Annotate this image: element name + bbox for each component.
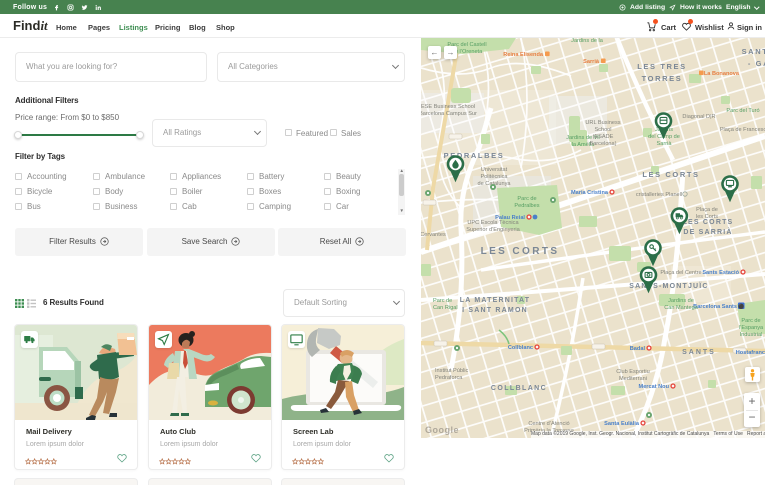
- svg-text:LES CORTS: LES CORTS: [642, 170, 699, 179]
- svg-text:Plaça de: Plaça de: [696, 207, 718, 213]
- svg-text:COLLBLANC: COLLBLANC: [491, 385, 547, 392]
- svg-text:Collblanc: Collblanc: [508, 345, 533, 351]
- svg-text:- GA: - GA: [748, 59, 765, 68]
- svg-text:Parc del Turó: Parc del Turó: [726, 108, 759, 114]
- svg-text:Hostafranc: Hostafranc: [736, 350, 765, 356]
- svg-text:SANT: SANT: [742, 47, 765, 56]
- svg-text:Maria Cristina: Maria Cristina: [571, 190, 609, 196]
- svg-text:Plaça de Francesc: Plaça de Francesc: [720, 127, 765, 133]
- svg-text:Centre d’Atenció: Centre d’Atenció: [528, 421, 569, 427]
- svg-text:LES TRES: LES TRES: [637, 62, 686, 71]
- svg-text:Jardins de: Jardins de: [668, 298, 694, 304]
- svg-text:Parc de: Parc de: [741, 318, 760, 324]
- svg-text:Can Mantega: Can Mantega: [664, 305, 698, 311]
- svg-text:Sarrià: Sarrià: [657, 141, 673, 147]
- svg-text:les Corts: les Corts: [696, 214, 718, 220]
- svg-text:La Bonanova: La Bonanova: [704, 71, 740, 77]
- svg-text:Superior d’Enginyeria: Superior d’Enginyeria: [466, 227, 520, 233]
- svg-text:Cervantes: Cervantes: [421, 232, 446, 238]
- svg-text:Industrial: Industrial: [740, 332, 763, 338]
- svg-text:(ESADE: (ESADE: [593, 134, 614, 140]
- svg-text:Mediterrani: Mediterrani: [619, 376, 647, 382]
- svg-text:Barcelona Campus Sur: Barcelona Campus Sur: [421, 111, 477, 117]
- svg-text:Can Rigal: Can Rigal: [433, 305, 458, 311]
- svg-text:Sarrià: Sarrià: [583, 59, 600, 65]
- svg-text:Plaça del Centre: Plaça del Centre: [660, 270, 701, 276]
- svg-text:ESE Business School: ESE Business School: [421, 104, 475, 110]
- svg-text:Barcelona): Barcelona): [589, 141, 616, 147]
- svg-text:Jardins de la: Jardins de la: [571, 38, 604, 44]
- svg-text:LES CORTS: LES CORTS: [683, 219, 734, 226]
- svg-text:Barcelona Sants: Barcelona Sants: [693, 304, 737, 310]
- svg-text:URL Business: URL Business: [585, 120, 620, 126]
- svg-text:TORRES: TORRES: [642, 74, 683, 83]
- svg-text:SANTS-MONTJUÏC: SANTS-MONTJUÏC: [629, 282, 708, 290]
- svg-text:Reina Elisenda: Reina Elisenda: [503, 52, 544, 58]
- svg-text:Parc de: Parc de: [433, 298, 452, 304]
- svg-text:Badal: Badal: [630, 346, 646, 352]
- svg-text:cristalleries Planell: cristalleries Planell: [636, 192, 682, 198]
- svg-text:Sants Estació: Sants Estació: [702, 270, 739, 276]
- svg-text:l’Espanya: l’Espanya: [739, 325, 764, 331]
- svg-text:Diagonal D|R: Diagonal D|R: [682, 114, 715, 120]
- svg-text:Pedralbes: Pedralbes: [514, 203, 539, 209]
- svg-text:Parc de: Parc de: [517, 196, 536, 202]
- svg-text:LA MATERNITAT: LA MATERNITAT: [460, 297, 531, 304]
- svg-text:Club Esportiu: Club Esportiu: [616, 369, 650, 375]
- svg-text:DE SARRIÀ: DE SARRIÀ: [683, 227, 732, 236]
- svg-text:Santa Eulàlia: Santa Eulàlia: [604, 421, 640, 427]
- svg-text:Universitat: Universitat: [481, 167, 508, 173]
- svg-text:Institut Públic: Institut Públic: [435, 368, 468, 374]
- svg-text:Politècnica: Politècnica: [480, 174, 508, 180]
- svg-text:UPC Escola Tècnica: UPC Escola Tècnica: [467, 220, 519, 226]
- svg-text:⚫: ⚫: [738, 303, 744, 310]
- svg-text:LES CORTS: LES CORTS: [481, 246, 560, 257]
- svg-text:I SANT RAMON: I SANT RAMON: [462, 307, 528, 314]
- svg-text:School: School: [594, 127, 611, 133]
- svg-text:Mercat Nou: Mercat Nou: [639, 384, 670, 390]
- svg-text:SANTS: SANTS: [682, 349, 716, 356]
- svg-text:Pedraforca: Pedraforca: [435, 375, 463, 381]
